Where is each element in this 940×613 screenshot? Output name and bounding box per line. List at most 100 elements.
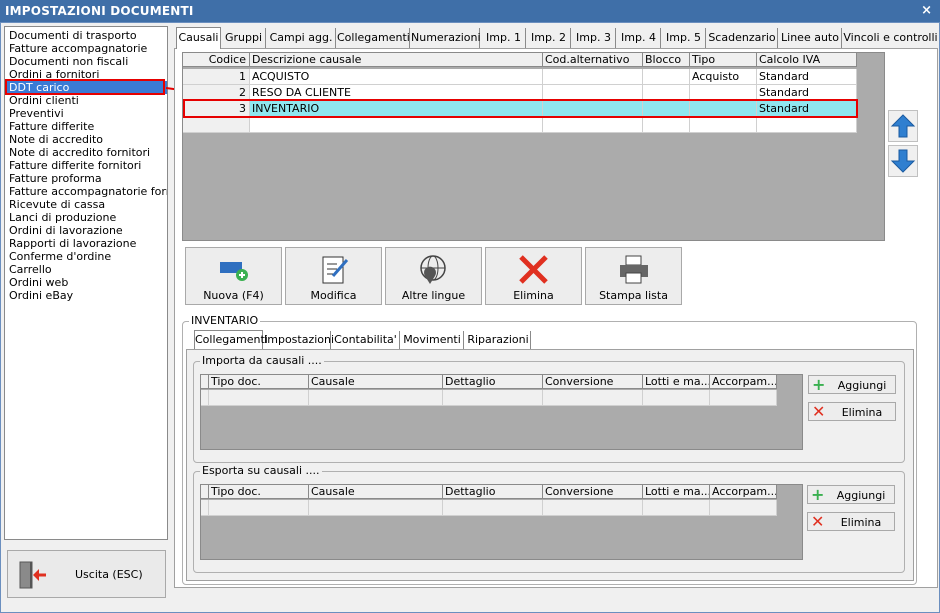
list-item[interactable]: Preventivi (6, 107, 167, 120)
tab-scadenzario[interactable]: Scadenzario (707, 28, 778, 48)
cell-empty (710, 390, 777, 406)
tab-collegamenti-sub[interactable]: Collegamenti (194, 330, 268, 349)
list-item[interactable]: Ordini web (6, 276, 167, 289)
list-item[interactable]: Fatture proforma (6, 172, 167, 185)
cell-empty (543, 390, 643, 406)
tab-collegamenti[interactable]: Collegamenti (337, 28, 410, 48)
column-header[interactable]: Tipo doc. (209, 375, 309, 389)
new-button[interactable]: Nuova (F4) (185, 247, 282, 305)
column-header[interactable]: Lotti e ma... (643, 485, 710, 499)
cell-empty (543, 500, 643, 516)
cell-empty (543, 117, 643, 133)
list-item[interactable]: Carrello (6, 263, 167, 276)
tab-imp-1[interactable]: Imp. 1 (482, 28, 526, 48)
exit-label: Uscita (ESC) (75, 568, 143, 581)
move-down-button[interactable] (888, 145, 918, 177)
list-item[interactable]: Note di accredito (6, 133, 167, 146)
export-grid[interactable]: Tipo doc. Causale Dettaglio Conversione … (200, 484, 803, 560)
cell-empty (757, 117, 857, 133)
tab-impostazioni[interactable]: Impostazioni (264, 331, 334, 349)
list-item[interactable]: Fatture accompagnatorie (6, 42, 167, 55)
cell-empty (443, 390, 543, 406)
tab-imp-3[interactable]: Imp. 3 (572, 28, 616, 48)
delete-label: Elimina (513, 289, 554, 302)
tab-imp-5[interactable]: Imp. 5 (662, 28, 706, 48)
column-header[interactable]: Causale (309, 375, 443, 389)
list-item[interactable]: Fatture differite fornitori (6, 159, 167, 172)
tab-contabilita[interactable]: Contabilita' (332, 331, 400, 349)
column-header[interactable]: Codice (183, 53, 250, 67)
import-grid[interactable]: Tipo doc. Causale Dettaglio Conversione … (200, 374, 803, 450)
row-header (201, 390, 209, 406)
tab-gruppi[interactable]: Gruppi (222, 28, 266, 48)
new-label: Nuova (F4) (203, 289, 264, 302)
list-item[interactable]: Ordini clienti (6, 94, 167, 107)
tab-movimenti[interactable]: Movimenti (401, 331, 464, 349)
top-tab-bar: Causali Gruppi Campi agg. Collegamenti N… (174, 27, 938, 49)
import-delete-button[interactable]: ✕ Elimina (808, 402, 896, 421)
delete-button[interactable]: Elimina (485, 247, 582, 305)
column-header[interactable]: Conversione (543, 485, 643, 499)
column-header[interactable]: Blocco (643, 53, 690, 67)
list-item[interactable]: Lanci di produzione (6, 211, 167, 224)
cell-tipo: Acquisto (690, 69, 757, 85)
cell-empty (309, 500, 443, 516)
column-header[interactable]: Conversione (543, 375, 643, 389)
list-item[interactable]: Fatture accompagnatorie fornito (6, 185, 167, 198)
list-item[interactable]: Documenti di trasporto (6, 29, 167, 42)
cell-empty (443, 500, 543, 516)
list-item[interactable]: Documenti non fiscali (6, 55, 167, 68)
column-header[interactable]: Calcolo IVA (757, 53, 857, 67)
exit-door-icon (19, 561, 46, 589)
row-header-corner (201, 375, 209, 389)
column-header[interactable]: Tipo (690, 53, 757, 67)
list-item[interactable]: Note di accredito fornitori (6, 146, 167, 159)
import-delete-label: Elimina (841, 406, 883, 419)
column-header[interactable]: Accorpam... (710, 485, 777, 499)
column-header[interactable]: Causale (309, 485, 443, 499)
column-header[interactable]: Descrizione causale (250, 53, 543, 67)
tab-campi-agg[interactable]: Campi agg. (267, 28, 336, 48)
sub-tab-bar: Collegamenti Impostazioni Contabilita' M… (194, 330, 534, 349)
column-header[interactable]: Lotti e ma... (643, 375, 710, 389)
export-add-button[interactable]: + Aggiungi (807, 485, 895, 504)
column-header[interactable]: Accorpam... (710, 375, 777, 389)
languages-label: Altre lingue (401, 289, 466, 302)
row-header-corner (201, 485, 209, 499)
tab-imp-4[interactable]: Imp. 4 (617, 28, 661, 48)
new-record-icon (219, 262, 248, 281)
list-item[interactable]: Rapporti di lavorazione (6, 237, 167, 250)
close-icon[interactable]: × (921, 3, 932, 18)
tab-riparazioni[interactable]: Riparazioni (466, 331, 531, 349)
languages-button[interactable]: Altre lingue (385, 247, 482, 305)
column-header[interactable]: Tipo doc. (209, 485, 309, 499)
title-bar: IMPOSTAZIONI DOCUMENTI × (0, 0, 940, 22)
import-add-button[interactable]: + Aggiungi (808, 375, 896, 394)
cell-empty (643, 500, 710, 516)
tab-numerazioni[interactable]: Numerazioni (411, 28, 481, 48)
column-header[interactable]: Dettaglio (443, 485, 543, 499)
list-item[interactable]: Ricevute di cassa (6, 198, 167, 211)
print-list-button[interactable]: Stampa lista (585, 247, 682, 305)
tab-vincoli-e-controlli[interactable]: Vincoli e controlli (843, 28, 938, 48)
cell-blocco (643, 69, 690, 85)
exit-button[interactable]: Uscita (ESC) (7, 550, 166, 598)
cell-empty (643, 117, 690, 133)
globe-pin-icon (419, 255, 446, 284)
edit-button[interactable]: Modifica (285, 247, 382, 305)
column-header[interactable]: Dettaglio (443, 375, 543, 389)
tab-imp-2[interactable]: Imp. 2 (527, 28, 571, 48)
list-item[interactable]: Conferme d'ordine (6, 250, 167, 263)
causali-grid[interactable]: Codice Descrizione causale Cod.alternati… (182, 52, 885, 241)
tab-causali[interactable]: Causali (176, 27, 221, 49)
list-item[interactable]: Fatture differite (6, 120, 167, 133)
move-up-button[interactable] (888, 110, 918, 142)
delete-x-icon (518, 255, 548, 284)
list-item[interactable]: Ordini di lavorazione (6, 224, 167, 237)
list-item[interactable]: Ordini eBay (6, 289, 167, 302)
window-title: IMPOSTAZIONI DOCUMENTI (5, 4, 194, 18)
tab-linee-auto[interactable]: Linee auto (779, 28, 842, 48)
column-header[interactable]: Cod.alternativo (543, 53, 643, 67)
document-type-list[interactable]: Documenti di trasporto Fatture accompagn… (4, 26, 168, 540)
export-delete-button[interactable]: ✕ Elimina (807, 512, 895, 531)
